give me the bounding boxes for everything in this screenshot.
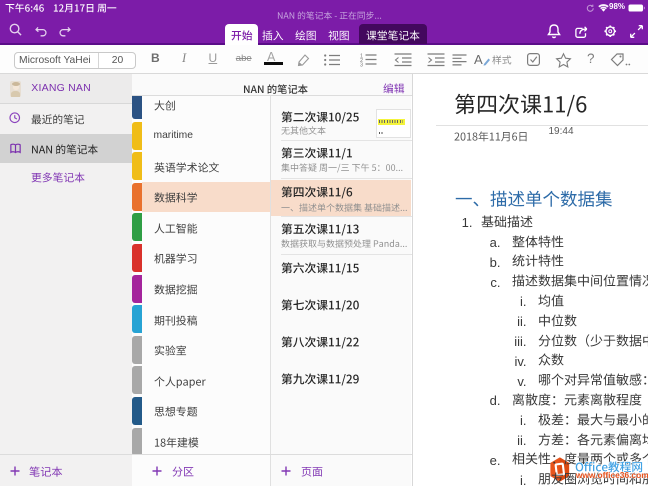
svg-text:A: A [474, 52, 483, 67]
svg-text:3: 3 [360, 63, 363, 69]
